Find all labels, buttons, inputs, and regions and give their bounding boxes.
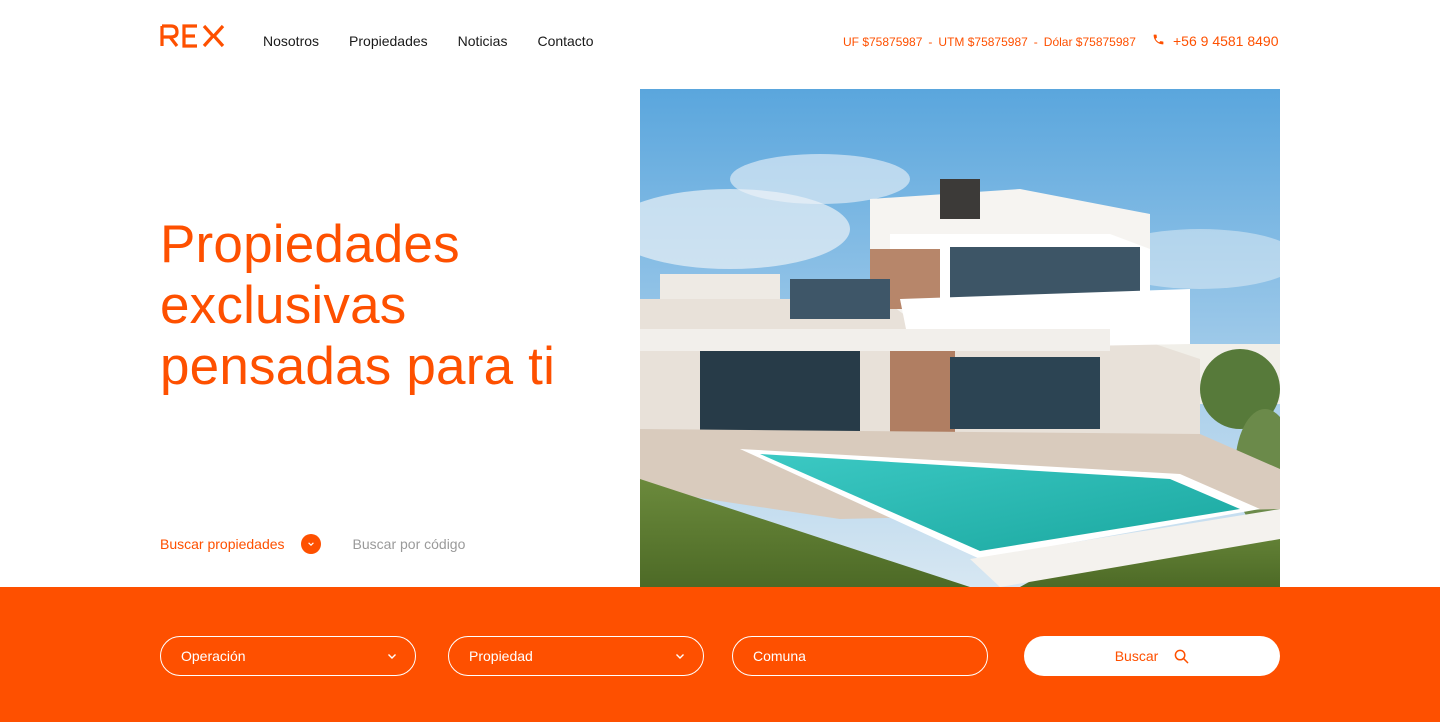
hero-title-line: exclusivas — [160, 276, 407, 335]
nav-item-contacto[interactable]: Contacto — [537, 32, 593, 50]
hero-image — [640, 89, 1280, 587]
chevron-down-icon — [388, 654, 396, 659]
operacion-select[interactable]: Operación — [160, 636, 416, 676]
search-bar: Operación Propiedad Comuna Buscar — [0, 587, 1440, 722]
nav-item-noticias[interactable]: Noticias — [458, 32, 508, 50]
rate-separator: - — [928, 35, 933, 49]
input-placeholder: Comuna — [753, 648, 806, 664]
comuna-input[interactable]: Comuna — [732, 636, 988, 676]
phone-icon — [1152, 32, 1165, 50]
house-photo — [640, 89, 1280, 587]
tab-buscar-por-codigo[interactable]: Buscar por código — [353, 536, 466, 552]
buscar-button[interactable]: Buscar — [1024, 636, 1280, 676]
chevron-down-icon[interactable] — [300, 534, 321, 554]
currency-rates: UF $75875987 - UTM $75875987 - Dólar $75… — [843, 34, 1136, 50]
chevron-down-icon — [676, 654, 684, 659]
hero-title: Propiedades exclusivas pensadas para ti — [160, 214, 630, 397]
tab-label: Buscar propiedades — [160, 536, 285, 552]
search-icon — [1174, 649, 1189, 663]
hero-title-line: pensadas para ti — [160, 337, 556, 396]
rate-separator: - — [1033, 35, 1038, 49]
select-value: Operación — [181, 648, 246, 664]
phone-number: +56 9 4581 8490 — [1173, 33, 1279, 49]
nav-item-propiedades[interactable]: Propiedades — [349, 32, 428, 50]
search-tabs: Buscar propiedades Buscar por código — [160, 534, 465, 554]
rex-logo[interactable] — [160, 24, 226, 48]
phone-link[interactable]: +56 9 4581 8490 — [1152, 32, 1279, 50]
hero-title-line: Propiedades — [160, 215, 460, 274]
rate-dolar: Dólar $75875987 — [1043, 35, 1136, 49]
nav-item-nosotros[interactable]: Nosotros — [263, 32, 319, 50]
rate-utm: UTM $75875987 — [938, 35, 1028, 49]
main-nav: Nosotros Propiedades Noticias Contacto — [263, 32, 594, 50]
buscar-label: Buscar — [1114, 648, 1159, 664]
rate-uf: UF $75875987 — [843, 35, 923, 49]
select-value: Propiedad — [469, 648, 533, 664]
tab-buscar-propiedades[interactable]: Buscar propiedades — [160, 534, 321, 554]
propiedad-select[interactable]: Propiedad — [448, 636, 704, 676]
